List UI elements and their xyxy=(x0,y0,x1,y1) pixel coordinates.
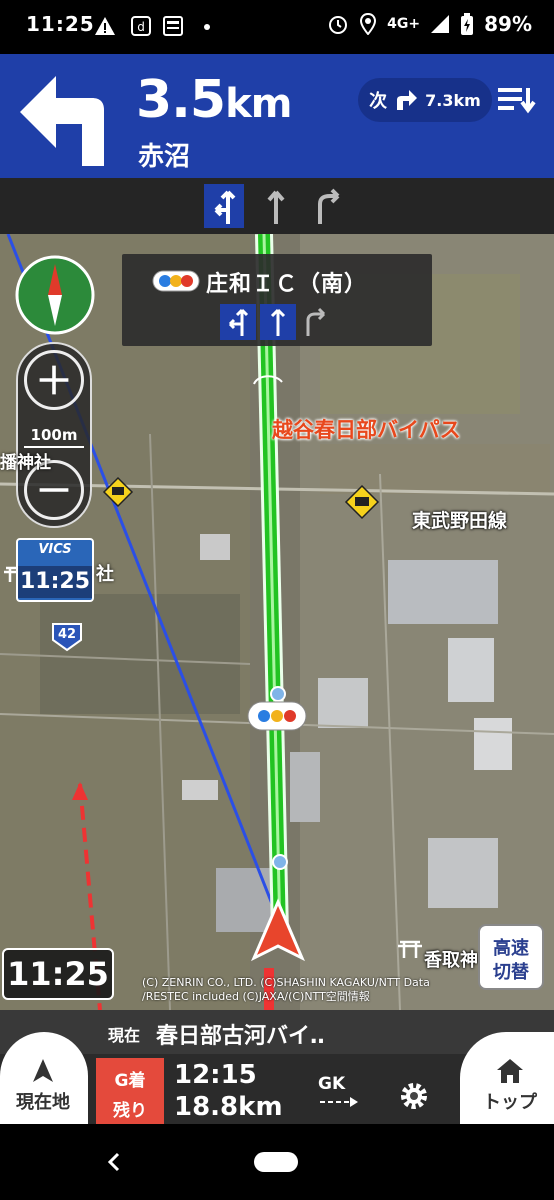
signal-icon xyxy=(431,15,450,33)
top-menu-label: トップ xyxy=(483,1092,537,1113)
turn-left-arrow-icon xyxy=(20,76,104,166)
intersection-name: 庄和ＩＣ（南） xyxy=(206,272,368,297)
lane-guidance-bar xyxy=(0,178,554,234)
highway-btn-line2: 切替 xyxy=(493,962,529,983)
turn-distance: 3.5km xyxy=(136,70,292,130)
intersection-lanes-icon xyxy=(220,304,326,340)
app-notification-icon: d xyxy=(131,16,151,36)
location-icon xyxy=(360,13,377,35)
eta-label: G着 xyxy=(114,1071,146,1091)
zoom-in-button[interactable] xyxy=(24,350,84,410)
eta-panel[interactable]: G着 残り 12:15 18.8km xyxy=(96,1058,283,1126)
gk-button[interactable]: GK xyxy=(318,1074,370,1114)
map-label-shrine: 香取神 xyxy=(424,950,478,971)
top-menu-button[interactable]: トップ xyxy=(460,1032,554,1124)
svg-text:d: d xyxy=(137,20,145,34)
current-road-name: 春日部古河バイ‥ xyxy=(156,1024,325,1049)
battery-percent: 89% xyxy=(484,12,532,36)
gk-label: GK xyxy=(318,1074,346,1094)
network-type: 4G+ xyxy=(387,16,421,32)
battery-icon xyxy=(461,13,474,35)
map-label-railway: 東武野田線 xyxy=(412,510,508,532)
map-label-road: 越谷春日部バイパス xyxy=(272,418,461,442)
turn-distance-value: 3.5 xyxy=(136,70,226,130)
system-navigation-bar xyxy=(0,1124,554,1200)
back-icon[interactable] xyxy=(104,1150,124,1174)
next-turn-pill[interactable]: 次 7.3km xyxy=(358,78,492,122)
intersection-info-panel: 庄和ＩＣ（南） xyxy=(122,254,432,346)
alarm-icon xyxy=(329,16,348,34)
highway-btn-line1: 高速 xyxy=(493,938,529,959)
remaining-distance: 18.8km xyxy=(174,1092,283,1122)
turn-right-arrow-icon xyxy=(397,90,418,110)
traffic-signal-icon xyxy=(152,270,200,292)
bottom-panel: 現在 春日部古河バイ‥ 現在地 G着 残り 12:15 18.8km GK トッ… xyxy=(0,1010,554,1126)
turn-distance-unit: km xyxy=(225,81,292,127)
status-time: 11:25 xyxy=(26,12,95,36)
map-scale: 100m xyxy=(24,426,84,448)
status-bar: 11:25 d 4G+ 89% xyxy=(0,0,554,54)
vics-label: VICS xyxy=(38,542,72,557)
home-icon xyxy=(497,1059,523,1083)
copyright-line-2: /RESTEC included (C)JAXA/(C)NTT空間情報 xyxy=(142,990,370,1003)
route-number: 42 xyxy=(57,627,77,642)
map-clock: 11:25 xyxy=(2,948,114,1000)
eta-time: 12:15 xyxy=(174,1060,257,1090)
current-location-button[interactable]: 現在地 xyxy=(0,1032,88,1124)
zoom-control: 100m xyxy=(16,342,92,528)
vics-time: 11:25 xyxy=(18,566,92,598)
highway-switch-button[interactable]: 高速 切替 xyxy=(478,924,544,990)
current-location-label: 現在地 xyxy=(16,1092,70,1113)
lane-right-icon xyxy=(318,188,340,224)
route-shield: 42 xyxy=(50,622,84,652)
settings-gear-icon[interactable] xyxy=(396,1078,432,1114)
next-turn-distance: 7.3km xyxy=(425,90,481,110)
compass-icon[interactable] xyxy=(14,254,96,336)
lane-straight-icon xyxy=(267,190,285,224)
navigation-arrow-icon xyxy=(33,1059,53,1082)
map-label-shrine-upper: 播神社 xyxy=(0,453,51,473)
current-label: 現在 xyxy=(108,1026,141,1045)
map-copyright: (C) ZENRIN CO., LTD. (C)SHASHIN KAGAKU/N… xyxy=(142,976,430,1004)
turn-guidance-banner[interactable]: 3.5km 赤沼 次 7.3km xyxy=(0,54,554,178)
lane-left-straight-icon xyxy=(204,184,244,228)
remaining-label: 残り xyxy=(113,1101,147,1121)
turn-place-name: 赤沼 xyxy=(138,142,191,172)
eta-labels: G着 残り xyxy=(96,1058,164,1126)
next-label: 次 xyxy=(369,91,388,112)
home-pill[interactable] xyxy=(254,1152,298,1172)
signal-marker-icon xyxy=(247,701,307,731)
map-view[interactable]: 庄和ＩＣ（南） 100m VICS 11:25 播神社 社 越谷春日部バイパス … xyxy=(0,234,554,1010)
warning-icon xyxy=(95,17,115,35)
more-notifications-icon xyxy=(204,24,210,30)
vics-badge[interactable]: VICS 11:25 xyxy=(16,538,94,602)
dashed-arrow-icon xyxy=(320,1097,358,1107)
map-label-shrine-left: 社 xyxy=(96,564,114,585)
news-icon xyxy=(163,16,183,36)
copyright-line-1: (C) ZENRIN CO., LTD. (C)SHASHIN KAGAKU/N… xyxy=(142,976,430,989)
route-list-icon[interactable] xyxy=(496,80,540,120)
